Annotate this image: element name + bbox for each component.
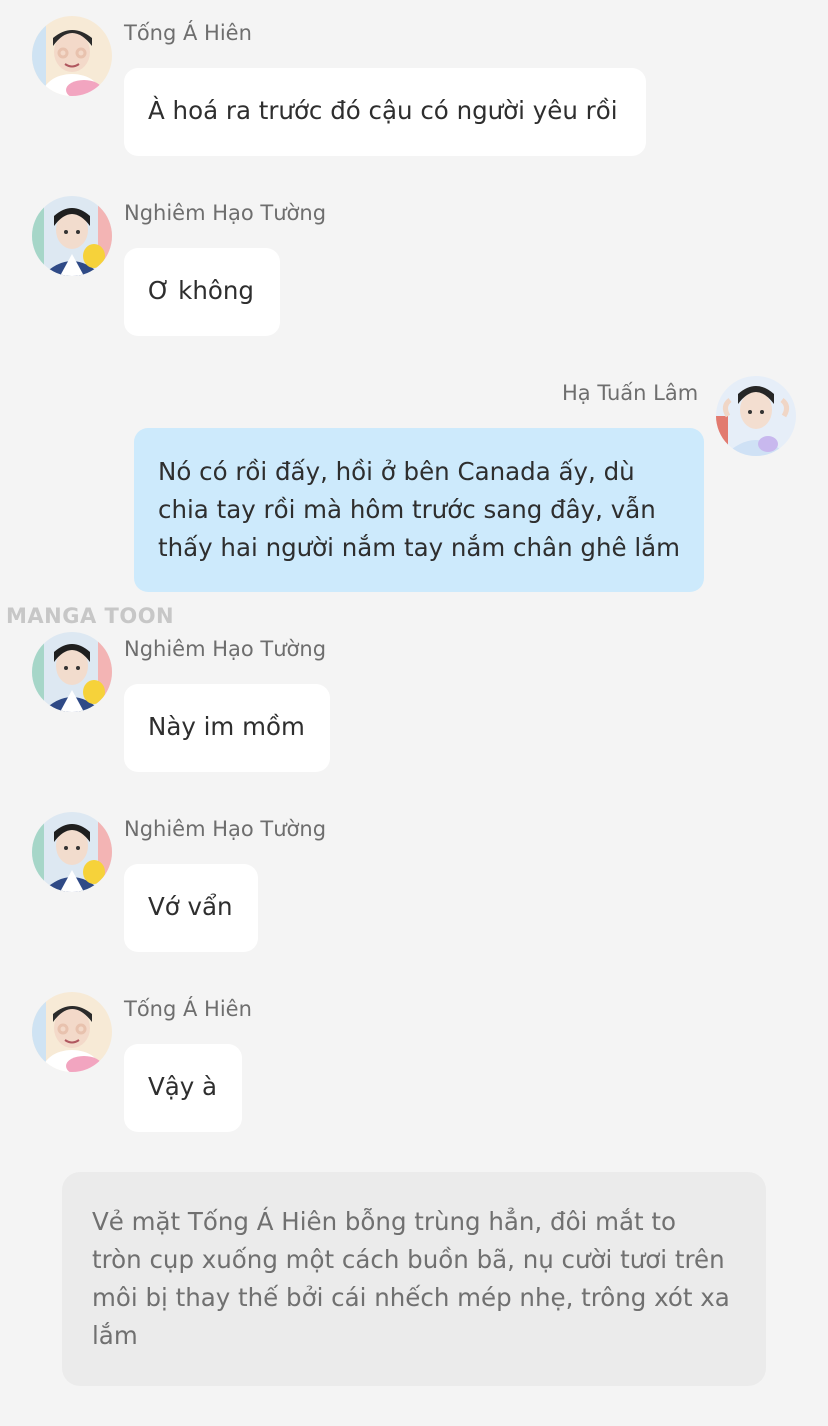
avatar-tong-a-hien-icon bbox=[32, 992, 112, 1072]
avatar[interactable] bbox=[32, 812, 112, 892]
message-text: À hoá ra trước đó cậu có người yêu rồi bbox=[148, 96, 618, 125]
message-bubble: Này im mồm bbox=[124, 684, 330, 772]
message-text: Ơ không bbox=[148, 276, 254, 305]
sender-name: Tống Á Hiên bbox=[124, 21, 252, 45]
message-text: chia tay rồi mà hôm trước sang đây, vẫn bbox=[158, 495, 656, 524]
narration-text: môi bị thay thế bởi cái nhếch mép nhẹ, t… bbox=[92, 1283, 730, 1312]
avatar[interactable] bbox=[32, 992, 112, 1072]
message-text: Nó có rồi đấy, hồi ở bên Canada ấy, dù bbox=[158, 457, 635, 486]
avatar-nghiem-hao-tuong-icon bbox=[32, 812, 112, 892]
narration-box: Vẻ mặt Tống Á Hiên bỗng trùng hẳn, đôi m… bbox=[62, 1172, 766, 1386]
sender-name: Hạ Tuấn Lâm bbox=[562, 381, 699, 405]
message-text: Vậy à bbox=[148, 1072, 218, 1101]
message-text: Vớ vẩn bbox=[148, 892, 233, 921]
message-text: thấy hai người nắm tay nắm chân ghê lắm bbox=[158, 533, 681, 562]
narration-text: lắm bbox=[92, 1321, 138, 1350]
message-bubble: Nó có rồi đấy, hồi ở bên Canada ấy, dù c… bbox=[134, 428, 704, 592]
avatar-tong-a-hien-icon bbox=[32, 16, 112, 96]
avatar[interactable] bbox=[716, 376, 796, 456]
message-bubble: À hoá ra trước đó cậu có người yêu rồi bbox=[124, 68, 646, 156]
message-bubble: Ơ không bbox=[124, 248, 280, 336]
avatar[interactable] bbox=[32, 632, 112, 712]
narration-text: Vẻ mặt Tống Á Hiên bỗng trùng hẳn, đôi m… bbox=[92, 1207, 677, 1236]
avatar-ha-tuan-lam-icon bbox=[716, 376, 796, 456]
sender-name: Nghiêm Hạo Tường bbox=[124, 201, 327, 225]
avatar-nghiem-hao-tuong-icon bbox=[32, 196, 112, 276]
avatar-nghiem-hao-tuong-icon bbox=[32, 632, 112, 712]
avatar[interactable] bbox=[32, 16, 112, 96]
avatar[interactable] bbox=[32, 196, 112, 276]
message-text: Này im mồm bbox=[148, 712, 305, 741]
message-bubble: Vớ vẩn bbox=[124, 864, 258, 952]
message-bubble: Vậy à bbox=[124, 1044, 242, 1132]
sender-name: Nghiêm Hạo Tường bbox=[124, 637, 327, 661]
sender-name: Tống Á Hiên bbox=[124, 997, 252, 1021]
sender-name: Nghiêm Hạo Tường bbox=[124, 817, 327, 841]
narration-text: tròn cụp xuống một cách buồn bã, nụ cười… bbox=[92, 1245, 725, 1274]
watermark: MANGA TOON bbox=[6, 604, 175, 628]
